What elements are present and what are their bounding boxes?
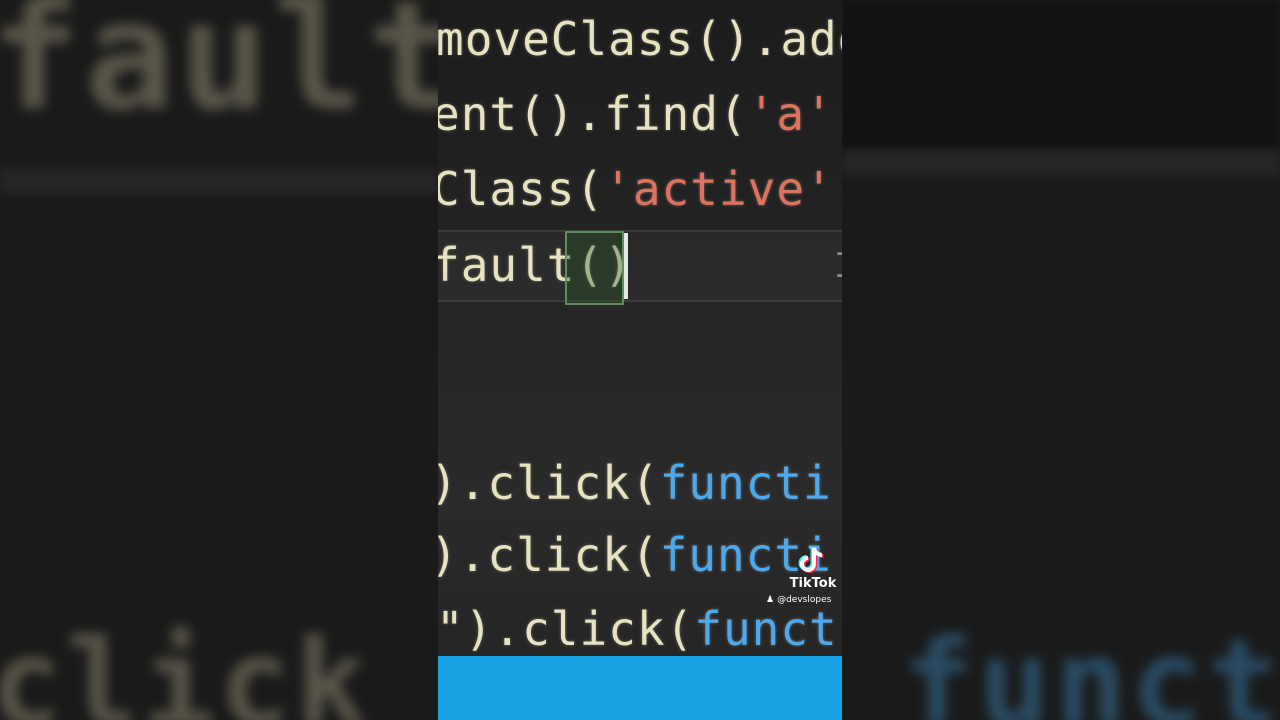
ibeam-cursor-icon: I bbox=[834, 246, 842, 286]
video-frame[interactable]: moveClass().add ent().find('a' Class('ac… bbox=[438, 0, 842, 720]
code-line-1: moveClass().add bbox=[438, 12, 842, 66]
username-text: @devslopes bbox=[777, 595, 832, 605]
string-literal: 'active' bbox=[604, 162, 834, 216]
bracket-match-highlight bbox=[565, 231, 624, 305]
person-icon: ♟ bbox=[766, 595, 775, 605]
tiktok-brand: TikTok bbox=[789, 576, 837, 591]
backdrop-text-left: fault bbox=[0, 0, 438, 144]
code-text: ).click( bbox=[438, 528, 660, 582]
keyword: functi bbox=[659, 456, 832, 510]
code-line-2: ent().find('a' bbox=[438, 87, 834, 141]
keyword: funct bbox=[694, 602, 838, 656]
code-text: ).click( bbox=[438, 456, 660, 510]
code-text: Class( bbox=[438, 162, 605, 216]
status-bar bbox=[438, 656, 842, 720]
code-text: moveClass().add bbox=[438, 12, 842, 66]
backdrop-text-bottom-right: function bbox=[902, 615, 1280, 720]
code-line-6: ).click(functi bbox=[438, 528, 832, 582]
backdrop-divider bbox=[842, 150, 1280, 176]
backdrop-divider bbox=[0, 168, 438, 194]
backdrop-panel bbox=[842, 0, 1280, 150]
code-line-7: ").click(funct bbox=[438, 602, 838, 656]
blurred-backdrop-left: fault click bbox=[0, 0, 438, 720]
code-text: ent().find( bbox=[438, 87, 748, 141]
tiktok-logo-icon bbox=[798, 546, 824, 573]
text-cursor bbox=[624, 233, 628, 299]
code-line-3: Class('active' bbox=[438, 162, 834, 216]
code-text: ").click( bbox=[438, 602, 695, 656]
code-text: fault bbox=[438, 238, 576, 292]
tiktok-username: ♟ @devslopes bbox=[766, 595, 831, 605]
blurred-backdrop-right: function bbox=[842, 0, 1280, 720]
code-line-5: ).click(functi bbox=[438, 456, 832, 510]
string-literal: 'a' bbox=[747, 87, 834, 141]
backdrop-text-bottom: click bbox=[0, 615, 372, 720]
